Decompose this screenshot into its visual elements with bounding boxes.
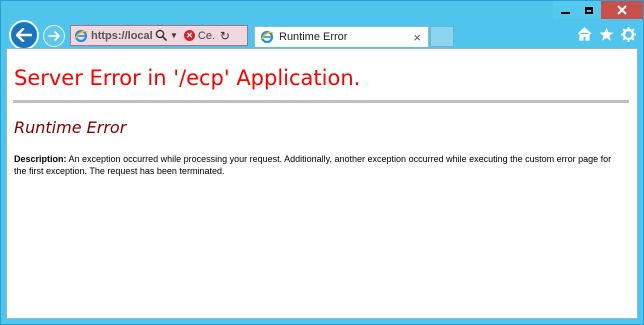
ie-logo-icon [74, 29, 88, 42]
star-icon[interactable] [598, 25, 615, 43]
browser-window: https://local... ▼ ✕ Ce... ↻ Runtime Err… [0, 0, 644, 325]
gear-icon[interactable] [620, 25, 637, 43]
search-icon[interactable] [155, 29, 168, 42]
ie-page-icon [260, 30, 274, 44]
error-description: Description: An exception occurred while… [14, 153, 626, 177]
title-divider [13, 100, 629, 103]
home-icon[interactable] [576, 25, 593, 43]
forward-arrow-icon [48, 31, 60, 41]
minimize-icon [560, 11, 570, 14]
page-title: Server Error in '/ecp' Application. [14, 66, 361, 90]
error-subtitle: Runtime Error [14, 118, 127, 137]
tab-runtime-error[interactable]: Runtime Error × [254, 26, 429, 47]
maximize-icon [585, 6, 593, 14]
tab-close-icon[interactable]: × [413, 30, 421, 45]
description-text: An exception occurred while processing y… [14, 154, 612, 176]
back-arrow-icon [16, 28, 32, 42]
close-icon [617, 5, 627, 15]
back-button[interactable] [9, 20, 39, 50]
minimize-button[interactable] [553, 1, 577, 19]
close-window-button[interactable] [601, 1, 643, 19]
page-content: Server Error in '/ecp' Application. Runt… [6, 48, 638, 319]
tab-title: Runtime Error [279, 31, 348, 43]
address-url[interactable]: https://local... [91, 30, 153, 42]
forward-button[interactable] [43, 25, 65, 47]
refresh-icon[interactable]: ↻ [220, 29, 230, 43]
new-tab-button[interactable] [430, 26, 454, 47]
maximize-button[interactable] [577, 1, 601, 19]
chevron-down-icon[interactable]: ▼ [170, 31, 178, 40]
window-caption-buttons [553, 1, 643, 19]
description-label: Description: [14, 154, 67, 164]
toolbar-icons [576, 25, 637, 43]
certificate-error-icon[interactable]: ✕ [183, 30, 195, 41]
address-bar[interactable]: https://local... ▼ ✕ Ce... ↻ [70, 25, 248, 46]
certificate-error-label[interactable]: Ce... [198, 30, 216, 42]
